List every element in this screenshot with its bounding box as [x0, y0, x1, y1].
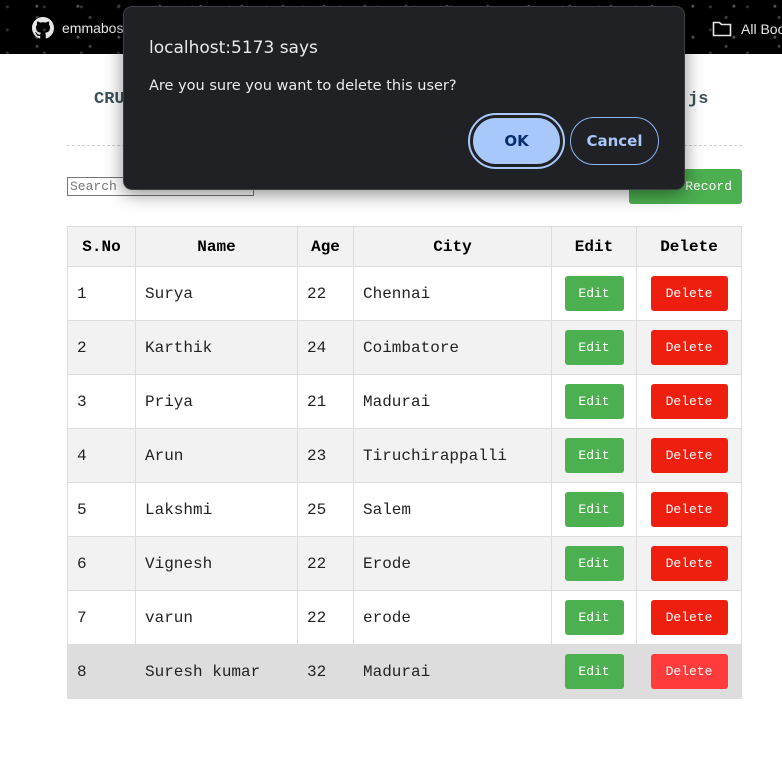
header-city: City — [353, 226, 552, 267]
header-name: Name — [135, 226, 298, 267]
cell-age: 32 — [297, 644, 354, 699]
cell-name: Karthik — [135, 320, 298, 375]
edit-button[interactable]: Edit — [564, 492, 624, 527]
table-row: 6 Vignesh 22 Erode Edit Delete — [67, 536, 742, 591]
cell-delete: Delete — [636, 590, 742, 645]
cell-city: Erode — [353, 536, 552, 591]
cell-edit: Edit — [551, 320, 637, 375]
all-bookmarks-label: All Boo — [741, 21, 782, 37]
bookmark-github[interactable]: emmabos — [32, 17, 123, 39]
cell-name: Surya — [135, 266, 298, 321]
confirm-dialog: localhost:5173 says Are you sure you wan… — [123, 6, 685, 190]
edit-button[interactable]: Edit — [564, 384, 624, 419]
delete-button[interactable]: Delete — [650, 384, 728, 419]
all-bookmarks[interactable]: All Boo — [712, 18, 782, 40]
cell-delete: Delete — [636, 482, 742, 537]
table-row: 2 Karthik 24 Coimbatore Edit Delete — [67, 320, 742, 375]
cell-sno: 5 — [67, 482, 136, 537]
cell-age: 22 — [297, 590, 354, 645]
table-row: 1 Surya 22 Chennai Edit Delete — [67, 266, 742, 321]
cell-city: Coimbatore — [353, 320, 552, 375]
cell-edit: Edit — [551, 590, 637, 645]
cell-edit: Edit — [551, 428, 637, 483]
edit-button[interactable]: Edit — [564, 330, 624, 365]
cell-age: 25 — [297, 482, 354, 537]
users-table: S.No Name Age City Edit Delete 1 Surya 2… — [67, 226, 742, 699]
table-row: 3 Priya 21 Madurai Edit Delete — [67, 374, 742, 429]
cell-name: varun — [135, 590, 298, 645]
cell-name: Suresh kumar — [135, 644, 298, 699]
cell-delete: Delete — [636, 266, 742, 321]
cell-delete: Delete — [636, 644, 742, 699]
ok-button[interactable]: OK — [468, 113, 565, 169]
cell-delete: Delete — [636, 428, 742, 483]
cell-edit: Edit — [551, 374, 637, 429]
github-icon — [32, 17, 54, 39]
delete-button[interactable]: Delete — [650, 654, 728, 689]
cell-city: Madurai — [353, 374, 552, 429]
cell-edit: Edit — [551, 536, 637, 591]
cell-sno: 7 — [67, 590, 136, 645]
bookmark-github-label: emmabos — [62, 20, 124, 36]
cell-edit: Edit — [551, 266, 637, 321]
cell-sno: 3 — [67, 374, 136, 429]
cancel-button[interactable]: Cancel — [570, 117, 659, 165]
dialog-title: localhost:5173 says — [149, 38, 318, 58]
folder-icon — [712, 21, 732, 37]
cell-name: Arun — [135, 428, 298, 483]
delete-button[interactable]: Delete — [650, 330, 728, 365]
cell-age: 23 — [297, 428, 354, 483]
cell-name: Priya — [135, 374, 298, 429]
delete-button[interactable]: Delete — [650, 492, 728, 527]
cell-sno: 1 — [67, 266, 136, 321]
edit-button[interactable]: Edit — [564, 276, 624, 311]
cell-sno: 2 — [67, 320, 136, 375]
cell-sno: 8 — [67, 644, 136, 699]
cell-age: 21 — [297, 374, 354, 429]
edit-button[interactable]: Edit — [564, 438, 624, 473]
cell-city: Madurai — [353, 644, 552, 699]
table-row: 4 Arun 23 Tiruchirappalli Edit Delete — [67, 428, 742, 483]
edit-button[interactable]: Edit — [564, 546, 624, 581]
cell-age: 22 — [297, 266, 354, 321]
table-row: 8 Suresh kumar 32 Madurai Edit Delete — [67, 644, 742, 699]
delete-button[interactable]: Delete — [650, 600, 728, 635]
cell-delete: Delete — [636, 320, 742, 375]
cell-city: Chennai — [353, 266, 552, 321]
cell-city: erode — [353, 590, 552, 645]
delete-button[interactable]: Delete — [650, 276, 728, 311]
header-sno: S.No — [67, 226, 136, 267]
delete-button[interactable]: Delete — [650, 546, 728, 581]
cell-edit: Edit — [551, 482, 637, 537]
cell-name: Lakshmi — [135, 482, 298, 537]
cell-age: 24 — [297, 320, 354, 375]
table-header-row: S.No Name Age City Edit Delete — [67, 226, 742, 267]
header-age: Age — [297, 226, 354, 267]
page-title-suffix: js — [688, 90, 709, 109]
cell-city: Tiruchirappalli — [353, 428, 552, 483]
cell-city: Salem — [353, 482, 552, 537]
table-row: 5 Lakshmi 25 Salem Edit Delete — [67, 482, 742, 537]
cell-delete: Delete — [636, 374, 742, 429]
table-row: 7 varun 22 erode Edit Delete — [67, 590, 742, 645]
cell-sno: 6 — [67, 536, 136, 591]
cell-age: 22 — [297, 536, 354, 591]
cell-sno: 4 — [67, 428, 136, 483]
cell-edit: Edit — [551, 644, 637, 699]
header-delete: Delete — [636, 226, 742, 267]
cell-name: Vignesh — [135, 536, 298, 591]
edit-button[interactable]: Edit — [564, 654, 624, 689]
edit-button[interactable]: Edit — [564, 600, 624, 635]
dialog-message: Are you sure you want to delete this use… — [149, 78, 457, 94]
header-edit: Edit — [551, 226, 637, 267]
cell-delete: Delete — [636, 536, 742, 591]
page-title: CRU — [94, 90, 125, 109]
delete-button[interactable]: Delete — [650, 438, 728, 473]
